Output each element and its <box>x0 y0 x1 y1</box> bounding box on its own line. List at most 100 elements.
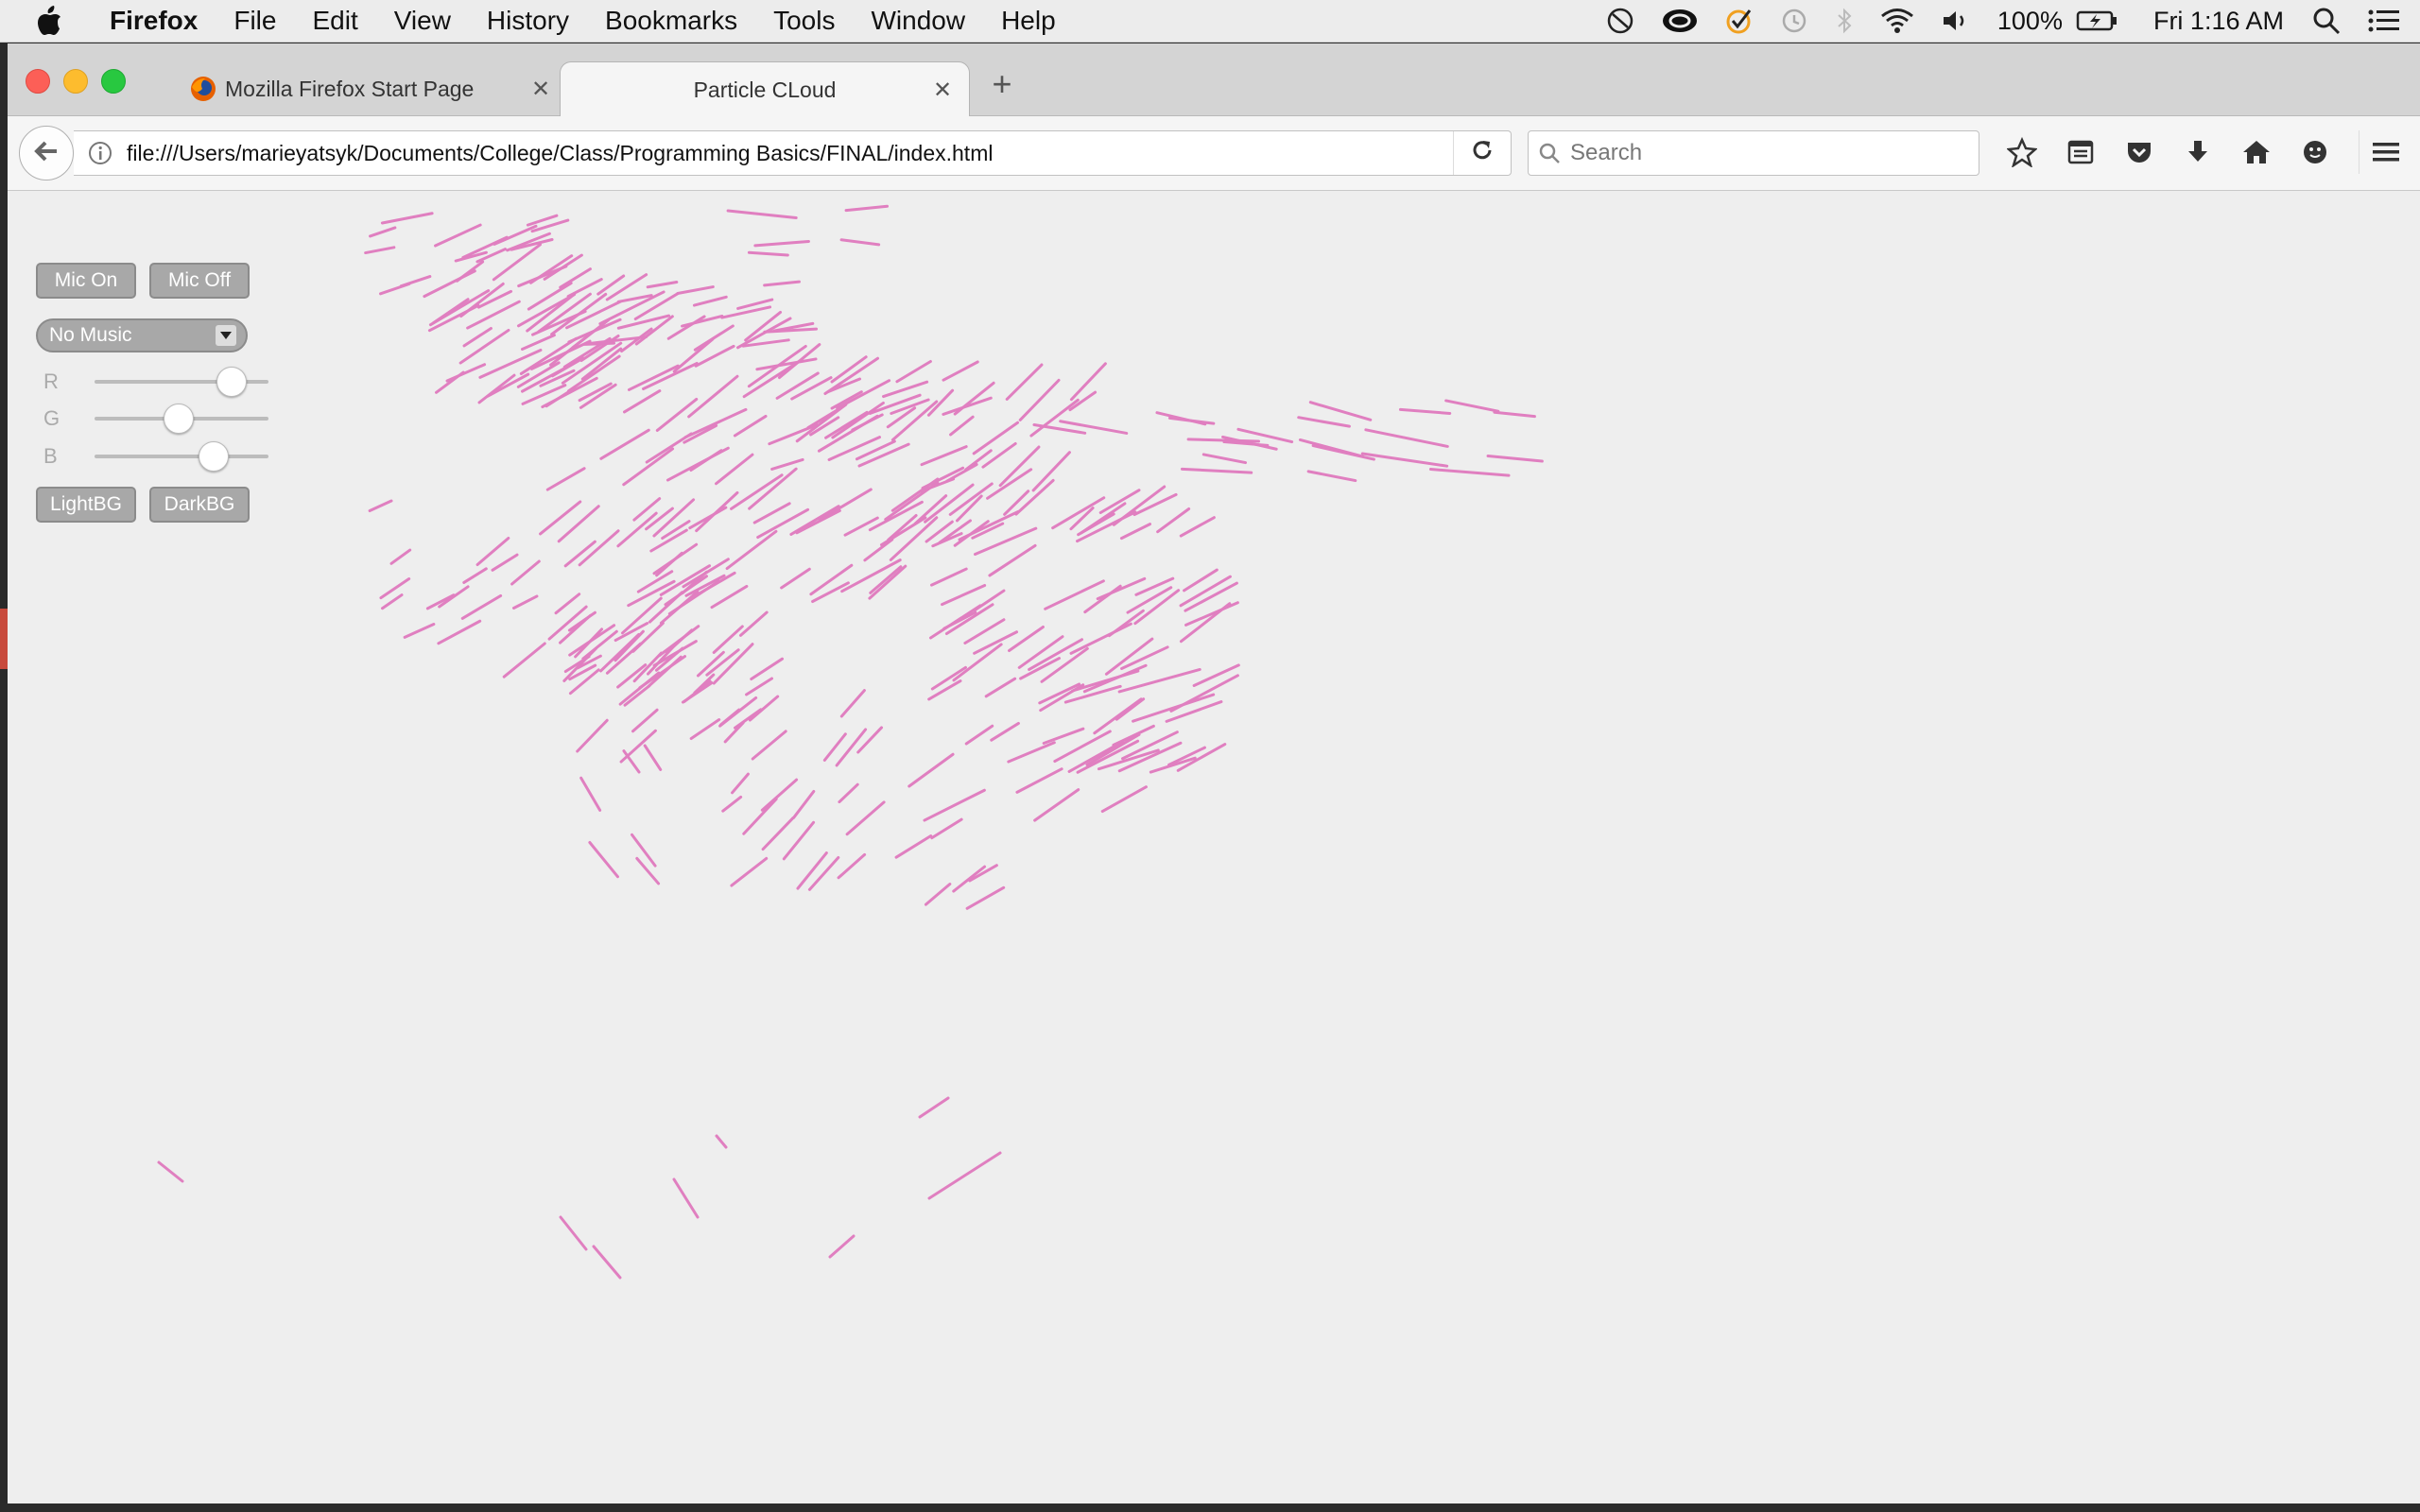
particle-streak <box>839 689 866 718</box>
slider-thumb[interactable] <box>199 441 230 472</box>
particle-streak <box>435 370 465 394</box>
particle-streak <box>843 516 879 537</box>
particle-streak <box>1033 788 1080 822</box>
particle-streak <box>782 820 816 861</box>
particle-streak <box>792 789 816 819</box>
mic-on-button[interactable]: Mic On <box>36 263 136 299</box>
particle-streak <box>984 677 1017 698</box>
menu-bookmarks[interactable]: Bookmarks <box>605 6 737 36</box>
slider-thumb[interactable] <box>216 367 247 397</box>
particle-streak <box>688 506 728 530</box>
reload-button[interactable] <box>1453 131 1511 175</box>
particle-streak <box>1008 625 1045 653</box>
hamburger-menu-icon[interactable] <box>2359 130 2412 174</box>
particle-streak <box>455 260 485 283</box>
particle-streak <box>733 414 768 438</box>
firefox-window: Mozilla Firefox Start Page ✕ Particle CL… <box>8 43 2420 1503</box>
tab-particle-cloud[interactable]: Particle CLoud ✕ <box>560 61 970 117</box>
particle-streak <box>599 428 650 460</box>
notification-center-icon[interactable] <box>2367 8 2401 34</box>
do-not-disturb-icon[interactable] <box>1606 7 1634 35</box>
page-content: Mic On Mic Off No Music R G B LightBG Da… <box>8 191 2420 1503</box>
battery-percentage: 100% <box>1996 6 2063 35</box>
url-text[interactable]: file:///Users/marieyatsyk/Documents/Coll… <box>127 141 1453 166</box>
menu-history[interactable]: History <box>487 6 569 36</box>
close-window-button[interactable] <box>26 69 50 94</box>
home-icon[interactable] <box>2227 130 2286 174</box>
particle-streak <box>830 390 863 410</box>
time-machine-icon[interactable] <box>1780 7 1808 35</box>
task-check-icon[interactable] <box>1725 7 1754 35</box>
particle-streak <box>619 729 657 764</box>
particle-streak <box>1107 609 1145 638</box>
particle-streak <box>941 583 987 607</box>
particle-streak <box>368 499 393 513</box>
slider-track[interactable] <box>95 441 268 472</box>
menubar-clock[interactable]: Fri 1:16 AM <box>2153 7 2284 36</box>
mic-off-button[interactable]: Mic Off <box>149 263 250 299</box>
menu-help[interactable]: Help <box>1001 6 1056 36</box>
menu-window[interactable]: Window <box>871 6 965 36</box>
new-tab-button[interactable]: + <box>983 64 1021 112</box>
particle-streak <box>818 488 873 522</box>
particle-streak <box>895 359 932 384</box>
spotlight-search-icon[interactable] <box>2312 7 2341 35</box>
menu-tools[interactable]: Tools <box>773 6 835 36</box>
bluetooth-icon[interactable] <box>1835 7 1854 35</box>
particle-streak <box>438 585 470 609</box>
battery-icon[interactable] <box>2076 9 2118 32</box>
slider-track[interactable] <box>95 404 268 434</box>
reading-list-icon[interactable] <box>2051 130 2110 174</box>
music-select[interactable]: No Music <box>36 318 248 352</box>
particle-streak <box>908 752 955 788</box>
particle-streak <box>579 776 602 812</box>
particle-streak <box>568 668 600 696</box>
particle-streak <box>1005 363 1044 401</box>
particle-streak <box>389 548 412 565</box>
dark-bg-button[interactable]: DarkBG <box>149 487 250 523</box>
creative-cloud-icon[interactable] <box>1661 7 1699 35</box>
tab-close-icon[interactable]: ✕ <box>524 76 558 103</box>
search-bar[interactable]: Search <box>1528 130 1979 176</box>
particle-streak <box>863 538 894 562</box>
particle-streak <box>1007 741 1056 764</box>
particle-streak <box>157 1160 184 1183</box>
volume-icon[interactable] <box>1941 8 1971 34</box>
particle-streak <box>761 816 795 851</box>
slider-thumb[interactable] <box>164 404 195 434</box>
particle-streak <box>636 570 674 593</box>
tab-mozilla-start-page[interactable]: Mozilla Firefox Start Page ✕ <box>168 61 558 116</box>
light-bg-button[interactable]: LightBG <box>36 487 136 523</box>
particle-streak <box>1069 622 1132 655</box>
particle-streak <box>462 326 493 348</box>
particle-streak <box>710 584 749 610</box>
particle-streak <box>403 623 436 639</box>
url-bar[interactable]: file:///Users/marieyatsyk/Documents/Coll… <box>74 130 1512 176</box>
wifi-icon[interactable] <box>1880 8 1914 34</box>
particle-streak <box>502 642 546 679</box>
menu-edit[interactable]: Edit <box>312 6 357 36</box>
particle-streak <box>643 744 663 771</box>
emoji-icon[interactable] <box>2286 130 2344 174</box>
tab-close-icon[interactable]: ✕ <box>925 77 959 104</box>
particle-streak <box>738 610 769 637</box>
bookmark-star-icon[interactable] <box>1993 130 2051 174</box>
particle-streak <box>1186 438 1260 443</box>
minimize-window-button[interactable] <box>63 69 88 94</box>
particle-streak <box>1167 746 1206 766</box>
menu-file[interactable]: File <box>233 6 276 36</box>
particle-streak <box>844 204 890 213</box>
slider-label: R <box>43 369 59 393</box>
info-icon[interactable] <box>81 141 119 165</box>
apple-icon[interactable] <box>36 6 81 36</box>
menu-view[interactable]: View <box>394 6 451 36</box>
particle-streak <box>718 708 741 727</box>
particle-streak <box>559 1215 588 1251</box>
pocket-icon[interactable] <box>2110 130 2169 174</box>
zoom-window-button[interactable] <box>101 69 126 94</box>
particle-streak <box>795 508 841 535</box>
back-button[interactable] <box>19 126 74 180</box>
slider-track[interactable] <box>95 367 268 397</box>
download-icon[interactable] <box>2169 130 2227 174</box>
menu-app-firefox[interactable]: Firefox <box>110 6 198 36</box>
